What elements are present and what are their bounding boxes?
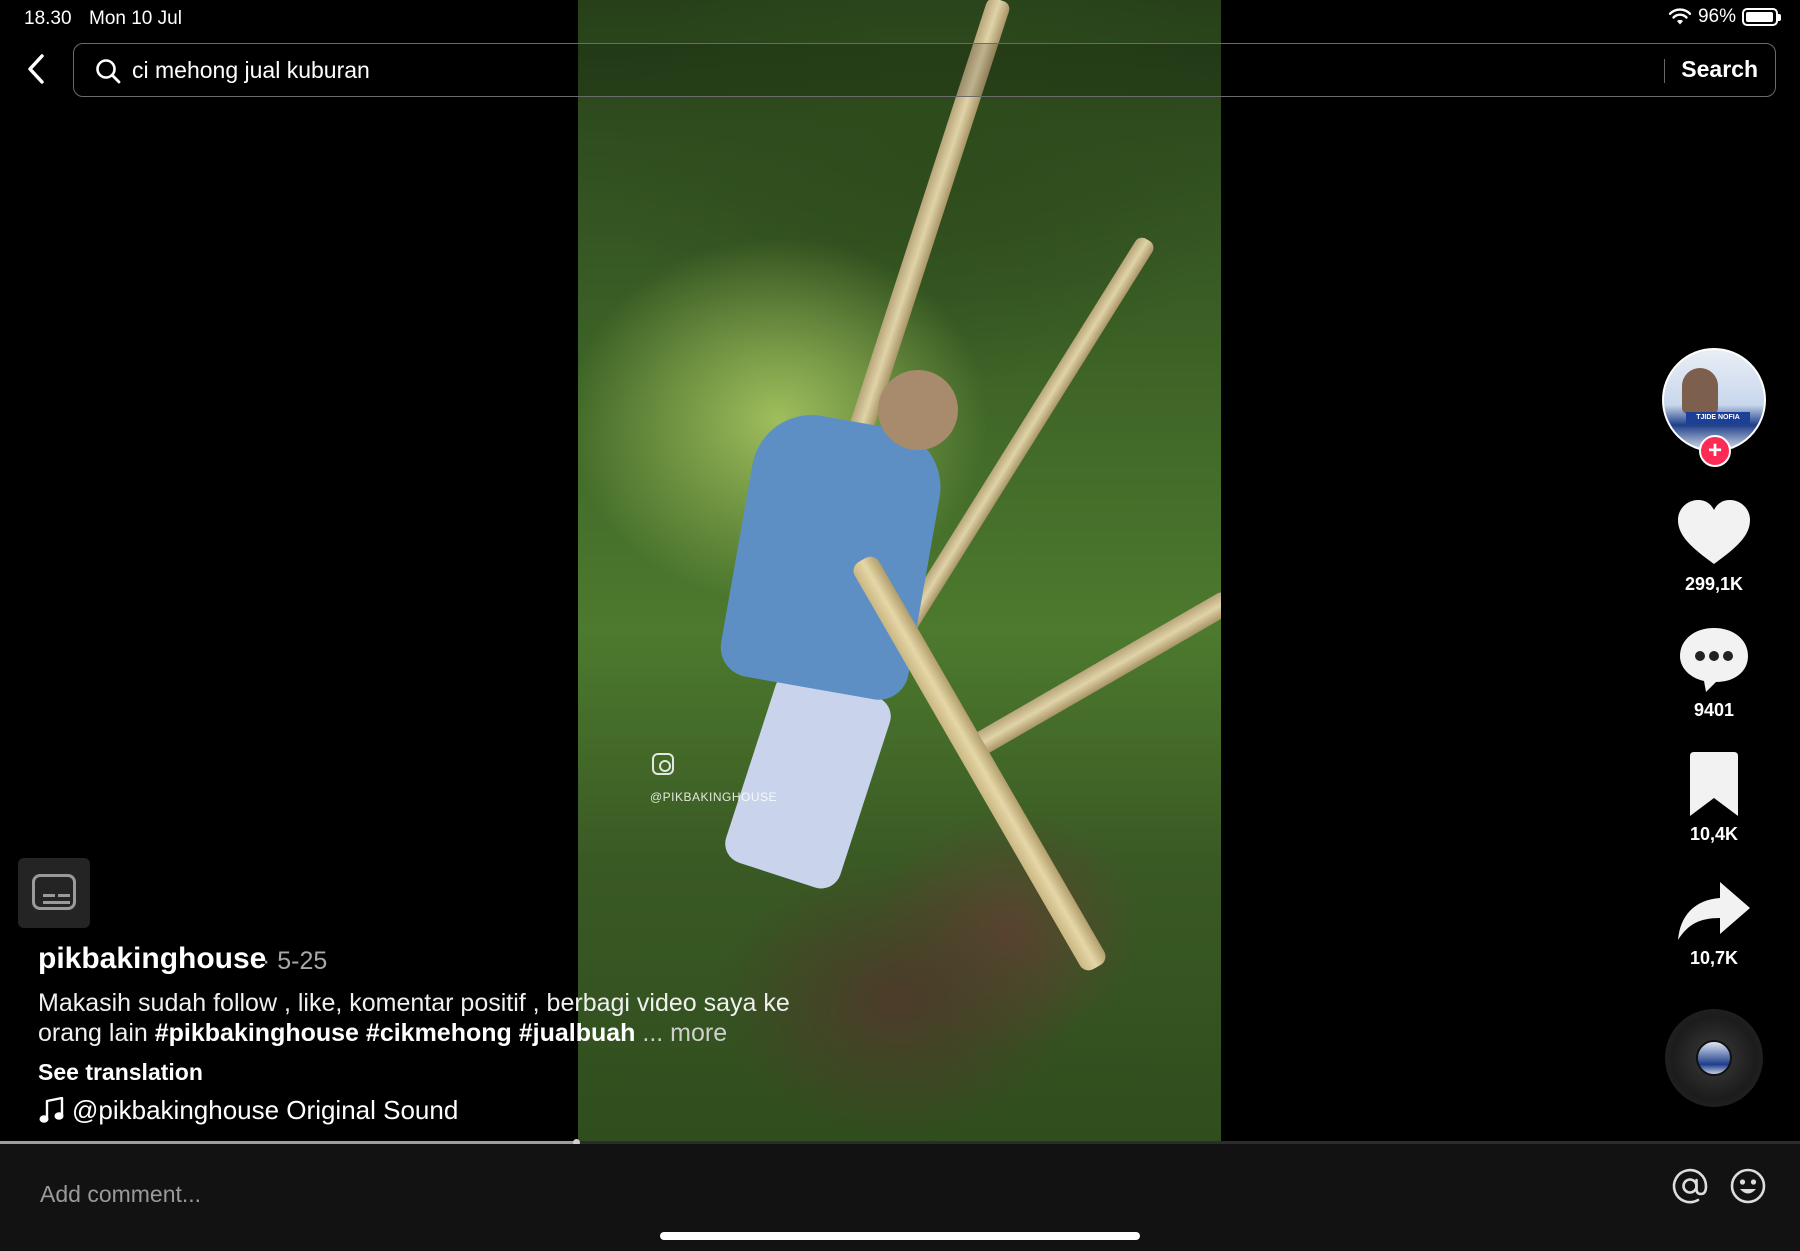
share-arrow-icon <box>1678 882 1750 940</box>
status-date: Mon 10 Jul <box>89 8 182 29</box>
comment-count: 9401 <box>1693 700 1735 720</box>
captions-button[interactable] <box>18 858 90 928</box>
original-sound-link[interactable]: @pikbakinghouse Original Sound <box>38 1095 458 1126</box>
follow-button[interactable]: + <box>1699 435 1731 467</box>
share-button[interactable]: 10,7K <box>1670 880 1758 969</box>
music-note-icon <box>39 1096 64 1123</box>
bamboo-stalk <box>964 589 1221 761</box>
search-input[interactable]: ci mehong jual kuburan <box>132 57 370 84</box>
bamboo-pole <box>849 553 1110 975</box>
person-head <box>878 370 958 450</box>
avatar-photo <box>1682 368 1718 414</box>
status-indicators: 96% <box>1668 6 1781 28</box>
hashtag[interactable]: #pikbakinghouse <box>155 1019 359 1047</box>
comment-bar <box>0 1144 1800 1251</box>
music-disc-icon[interactable] <box>1665 1009 1763 1107</box>
post-date: · 5-25 <box>262 947 328 975</box>
search-bar[interactable]: ci mehong jual kuburan Search <box>73 43 1776 97</box>
avatar-banner-text: TJIDE NOFIA <box>1686 412 1750 424</box>
back-arrow-icon[interactable] <box>22 50 52 88</box>
hashtag[interactable]: #jualbuah <box>519 1019 636 1047</box>
share-count: 10,7K <box>1689 948 1739 968</box>
hashtag[interactable]: #cikmehong <box>366 1019 512 1047</box>
emoji-icon[interactable] <box>1728 1166 1768 1206</box>
wifi-icon <box>1668 8 1692 25</box>
more-link[interactable]: ... more <box>642 1019 727 1047</box>
video-player[interactable]: @PIKBAKINGHOUSE <box>578 0 1221 1146</box>
bookmark-button[interactable]: 10,4K <box>1670 752 1758 845</box>
music-disc-cover <box>1696 1040 1732 1076</box>
comment-button[interactable]: 9401 <box>1670 624 1758 721</box>
like-count: 299,1K <box>1684 574 1744 594</box>
captions-icon <box>32 874 76 910</box>
video-watermark: @PIKBAKINGHOUSE <box>650 790 778 804</box>
bookmark-icon <box>1690 752 1738 816</box>
like-button[interactable]: 299,1K <box>1670 498 1758 595</box>
comment-input[interactable] <box>38 1174 1638 1214</box>
video-description: Makasih sudah follow , like, komentar po… <box>38 988 818 1048</box>
heart-icon <box>1678 500 1750 564</box>
mention-at-icon[interactable] <box>1670 1166 1710 1206</box>
status-time: 18.30 <box>24 8 72 29</box>
search-divider <box>1664 59 1665 83</box>
search-button[interactable]: Search <box>1681 56 1758 83</box>
save-count: 10,4K <box>1689 824 1739 844</box>
sound-label: @pikbakinghouse Original Sound <box>72 1095 459 1125</box>
person-legs <box>720 666 896 894</box>
comment-bubble-icon <box>1680 628 1748 692</box>
home-indicator <box>660 1232 1140 1240</box>
author-username[interactable]: pikbakinghouse <box>38 942 266 976</box>
see-translation-link[interactable]: See translation <box>38 1059 203 1086</box>
search-icon <box>96 59 121 84</box>
battery-percent: 96% <box>1697 6 1736 27</box>
instagram-icon <box>652 753 674 775</box>
battery-icon <box>1742 8 1781 26</box>
